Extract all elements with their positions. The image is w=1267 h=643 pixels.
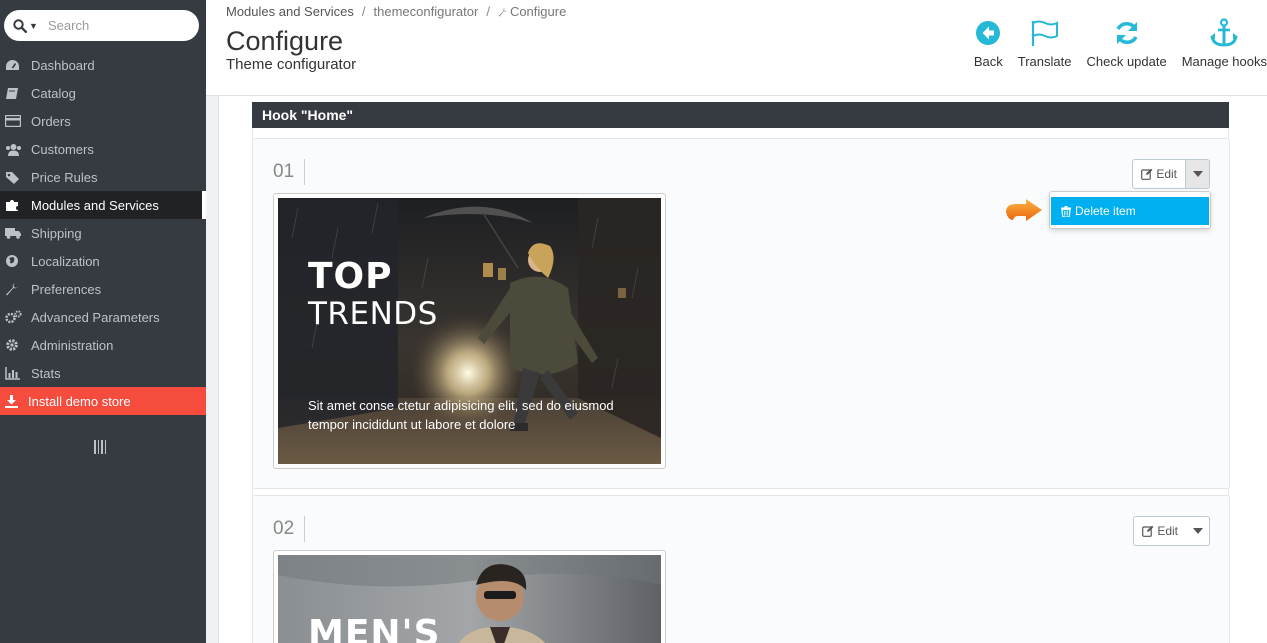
slide-thumbnail[interactable]: MEN'S [273,550,666,643]
banner-subtitle: TRENDS [308,296,438,332]
check-update-label: Check update [1086,54,1167,69]
sidebar-item-dashboard[interactable]: Dashboard [0,51,206,79]
search-icon [13,18,27,33]
caret-down-icon [1192,528,1203,534]
edit-dropdown-toggle[interactable] [1186,159,1210,189]
sidebar-item-label: Localization [31,253,100,269]
slide-image: MEN'S [278,555,661,643]
sidebar-item-modules-and-services[interactable]: Modules and Services [0,191,206,219]
trash-icon [1061,205,1071,217]
sidebar-item-advanced-parameters[interactable]: Advanced Parameters [0,303,206,331]
hook-title: Hook "Home" [252,102,1229,128]
sidebar-item-customers[interactable]: Customers [0,135,206,163]
cogs-icon [5,310,31,324]
globe-icon [5,254,31,268]
edit-button-group: Edit [1133,516,1210,546]
slide-item: 02 Edit MEN'S [252,495,1230,643]
sidebar-item-label: Install demo store [28,393,131,409]
edit-dropdown-toggle[interactable] [1186,516,1210,546]
sidebar-item-label: Orders [31,113,71,129]
translate-label: Translate [1017,54,1072,69]
sidebar-item-stats[interactable]: Stats [0,359,206,387]
sidebar-collapse-icon[interactable] [94,440,106,454]
search-box: ▼ [4,10,199,41]
toolbar: Back Translate Check update Manage hooks [959,16,1267,69]
back-label: Back [973,54,1003,69]
sidebar-item-label: Stats [31,365,61,381]
puzzle-icon [5,198,31,212]
truck-icon [5,226,31,240]
slide-number: 01 [273,159,306,185]
sidebar-item-label: Catalog [31,85,76,101]
translate-button[interactable]: Translate [1017,16,1072,69]
edit-button[interactable]: Edit [1132,159,1186,189]
delete-item-button[interactable]: Delete item [1051,197,1209,225]
banner-text: Sit amet conse ctetur adipisicing elit, … [308,398,614,432]
caret-down-icon: ▼ [29,20,38,31]
dashboard-icon [5,58,31,72]
banner-title: MEN'S [308,613,441,643]
manage-hooks-button[interactable]: Manage hooks [1182,16,1267,69]
pencil-square-icon [1142,525,1154,537]
bar-chart-icon [5,366,31,380]
sidebar-item-administration[interactable]: Administration [0,331,206,359]
book-icon [5,86,31,100]
search-type-toggle[interactable]: ▼ [4,18,48,33]
sidebar-item-label: Price Rules [31,169,98,185]
sidebar-item-label: Preferences [31,281,102,297]
check-update-button[interactable]: Check update [1086,16,1167,69]
edit-dropdown-menu: Delete item [1049,191,1211,229]
delete-item-label: Delete item [1075,204,1136,218]
slide-thumbnail[interactable]: TOP TRENDS Sit amet conse ctetur adipisi… [273,193,666,469]
refresh-icon [1113,16,1141,50]
sidebar-item-label: Dashboard [31,57,95,73]
breadcrumb: Modules and Services / themeconfigurator… [226,4,566,19]
pointer-hand-icon [1004,198,1044,229]
manage-hooks-label: Manage hooks [1181,54,1267,69]
banner-title: TOP [308,256,393,297]
slide-image: TOP TRENDS Sit amet conse ctetur adipisi… [278,198,661,464]
breadcrumb-separator: / [361,4,366,19]
flag-icon [1030,16,1060,50]
edit-button[interactable]: Edit [1133,516,1186,546]
breadcrumb-item: Configure [509,4,567,19]
sidebar-item-localization[interactable]: Localization [0,247,206,275]
sidebar-item-shipping[interactable]: Shipping [0,219,206,247]
page-header: Modules and Services / themeconfigurator… [206,0,1267,96]
page-title: Configure [226,26,344,56]
breadcrumb-item[interactable]: themeconfigurator [374,4,479,19]
sidebar-item-label: Customers [31,141,94,157]
pencil-square-icon [1141,168,1153,180]
wrench-icon [498,7,508,17]
edit-button-group: Edit [1132,159,1210,189]
sidebar-item-label: Advanced Parameters [31,309,160,325]
slide-number: 02 [273,516,306,542]
gear-icon [5,338,31,352]
sidebar-item-label: Administration [31,337,114,353]
caret-down-icon [1192,171,1203,177]
search-input[interactable] [48,18,188,33]
sidebar-item-install-demo-store[interactable]: Install demo store [0,387,206,415]
sidebar-item-label: Shipping [31,225,82,241]
sidebar-menu: Dashboard Catalog Orders Customers Price… [0,51,206,415]
sidebar-item-price-rules[interactable]: Price Rules [0,163,206,191]
anchor-icon [1209,16,1239,50]
users-icon [5,142,31,156]
sidebar: ▼ Dashboard Catalog Orders Customers Pri… [0,0,206,643]
breadcrumb-separator: / [486,4,490,19]
edit-label: Edit [1157,524,1178,538]
download-icon [5,394,28,408]
breadcrumb-item[interactable]: Modules and Services [226,4,354,19]
sidebar-item-catalog[interactable]: Catalog [0,79,206,107]
credit-card-icon [5,114,31,128]
sidebar-item-label: Modules and Services [31,197,159,213]
back-button[interactable]: Back [974,16,1003,69]
tags-icon [5,170,31,184]
sidebar-item-preferences[interactable]: Preferences [0,275,206,303]
wrench-icon [5,282,31,296]
sidebar-item-orders[interactable]: Orders [0,107,206,135]
page-subtitle: Theme configurator [226,56,357,73]
edit-label: Edit [1156,167,1177,181]
arrow-left-circle-icon [975,16,1001,50]
